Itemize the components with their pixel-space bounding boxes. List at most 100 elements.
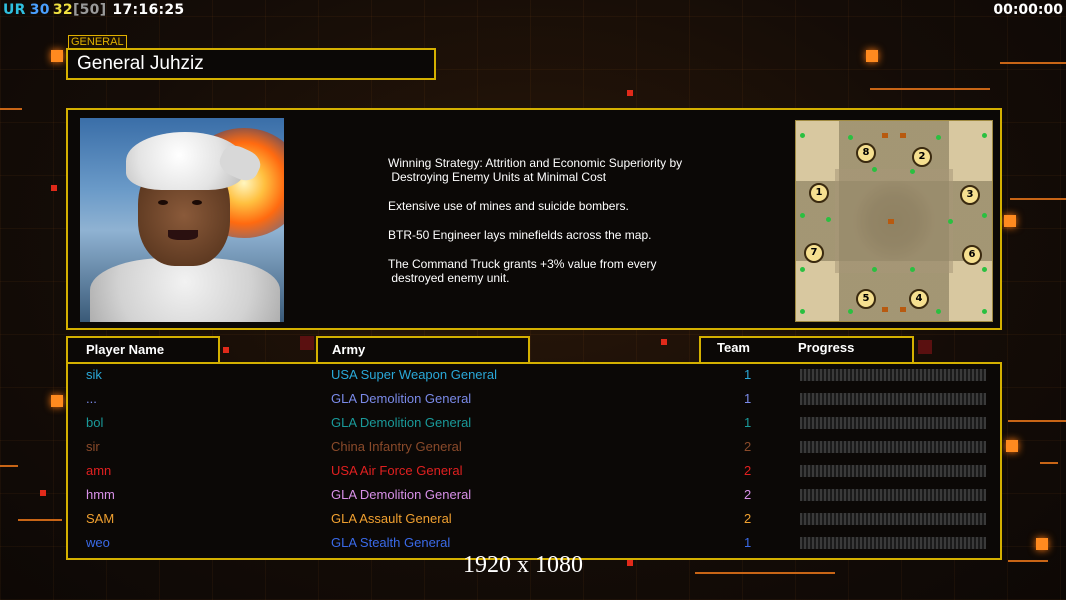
player-army: GLA Demolition General (331, 415, 472, 430)
player-row: sik USA Super Weapon General 1 (68, 364, 1000, 388)
status-bar: UR 30 32[50] 17:16:25 (3, 2, 188, 18)
player-army: GLA Stealth General (331, 535, 451, 550)
deco-line (1010, 198, 1066, 200)
player-name: sik (86, 367, 102, 382)
fps-cap: [50] (72, 2, 107, 18)
deco-square (627, 90, 633, 96)
spawn-marker[interactable]: 7 (804, 243, 824, 263)
army-header-label: Army (332, 342, 366, 357)
building-icon (882, 133, 888, 138)
spawn-marker[interactable]: 4 (909, 289, 929, 309)
progress-bar (800, 369, 986, 381)
player-team: 2 (744, 487, 752, 502)
deco-square (1004, 215, 1016, 227)
deco-square (300, 336, 314, 350)
deco-square (627, 560, 633, 566)
progress-bar (800, 513, 986, 525)
deco-line (1000, 62, 1066, 64)
player-row: bol GLA Demolition General 1 (68, 412, 1000, 436)
player-team: 2 (744, 439, 752, 454)
deco-line (1008, 420, 1066, 422)
building-icon (888, 219, 894, 224)
tree-icon (872, 167, 877, 172)
player-row: ... GLA Demolition General 1 (68, 388, 1000, 412)
tree-icon (800, 213, 805, 218)
progress-bar (800, 393, 986, 405)
deco-line (1040, 462, 1058, 464)
deco-line (870, 88, 990, 90)
deco-square (866, 50, 878, 62)
progress-bar (800, 537, 986, 549)
spawn-marker[interactable]: 2 (912, 147, 932, 167)
team-header-label: Team (717, 340, 750, 355)
building-icon (900, 307, 906, 312)
deco-square (51, 395, 63, 407)
player-army: GLA Assault General (331, 511, 452, 526)
player-army: GLA Demolition General (331, 487, 472, 502)
tree-icon (848, 309, 853, 314)
deco-square (661, 339, 667, 345)
strategy-line: Extensive use of mines and suicide bombe… (388, 199, 629, 213)
spawn-marker[interactable]: 1 (809, 183, 829, 203)
deco-square (51, 50, 63, 62)
progress-bar (800, 489, 986, 501)
system-clock: 17:16:25 (112, 2, 185, 18)
tree-icon (982, 267, 987, 272)
player-name: ... (86, 391, 97, 406)
tree-icon (800, 309, 805, 314)
ur-label: UR (3, 2, 26, 18)
player-team: 1 (744, 415, 752, 430)
general-title-box: General Juhziz (66, 48, 436, 80)
spawn-marker[interactable]: 8 (856, 143, 876, 163)
tree-icon (936, 135, 941, 140)
portrait-body (90, 258, 280, 322)
fps-value: 30 (29, 2, 50, 18)
deco-square (40, 490, 46, 496)
tree-icon (948, 219, 953, 224)
portrait-eye (158, 200, 168, 205)
player-list: sik USA Super Weapon General 1 ... GLA D… (66, 362, 1002, 560)
player-army: GLA Demolition General (331, 391, 472, 406)
deco-square (1036, 538, 1048, 550)
player-name: bol (86, 415, 104, 430)
strategy-line: BTR-50 Engineer lays minefields across t… (388, 228, 652, 242)
deco-square (223, 347, 229, 353)
portrait-eye (192, 200, 202, 205)
tree-icon (848, 135, 853, 140)
building-icon (900, 133, 906, 138)
deco-line (0, 465, 18, 467)
player-name: hmm (86, 487, 115, 502)
general-portrait-image (80, 118, 284, 322)
player-name-header-label: Player Name (86, 342, 165, 357)
player-row: amn USA Air Force General 2 (68, 460, 1000, 484)
portrait-mouth (168, 230, 198, 240)
player-army: USA Super Weapon General (331, 367, 497, 382)
player-name: weo (86, 535, 110, 550)
progress-header-label: Progress (798, 340, 855, 355)
progress-bar (800, 441, 986, 453)
player-team: 1 (744, 391, 752, 406)
tree-icon (982, 309, 987, 314)
player-name-header: Player Name (66, 336, 220, 364)
player-name: amn (86, 463, 112, 478)
tree-icon (982, 133, 987, 138)
minimap[interactable]: 1 2 3 4 5 6 7 8 (795, 120, 993, 322)
deco-line (1008, 560, 1048, 562)
strategy-line: The Command Truck grants +3% value from … (388, 257, 657, 285)
strategy-line: Winning Strategy: Attrition and Economic… (388, 156, 683, 184)
deco-square (1006, 440, 1018, 452)
player-row: hmm GLA Demolition General 2 (68, 484, 1000, 508)
tree-icon (800, 133, 805, 138)
general-info-panel: Winning Strategy: Attrition and Economic… (66, 108, 1002, 330)
progress-bar (800, 465, 986, 477)
tree-icon (800, 267, 805, 272)
resolution-overlay: 1920 x 1080 (463, 552, 583, 578)
tree-icon (910, 169, 915, 174)
deco-square (51, 185, 57, 191)
spawn-marker[interactable]: 5 (856, 289, 876, 309)
spawn-marker[interactable]: 6 (962, 245, 982, 265)
player-army: China Infantry General (331, 439, 462, 454)
spawn-marker[interactable]: 3 (960, 185, 980, 205)
deco-square (918, 340, 932, 354)
player-name: SAM (86, 511, 115, 526)
